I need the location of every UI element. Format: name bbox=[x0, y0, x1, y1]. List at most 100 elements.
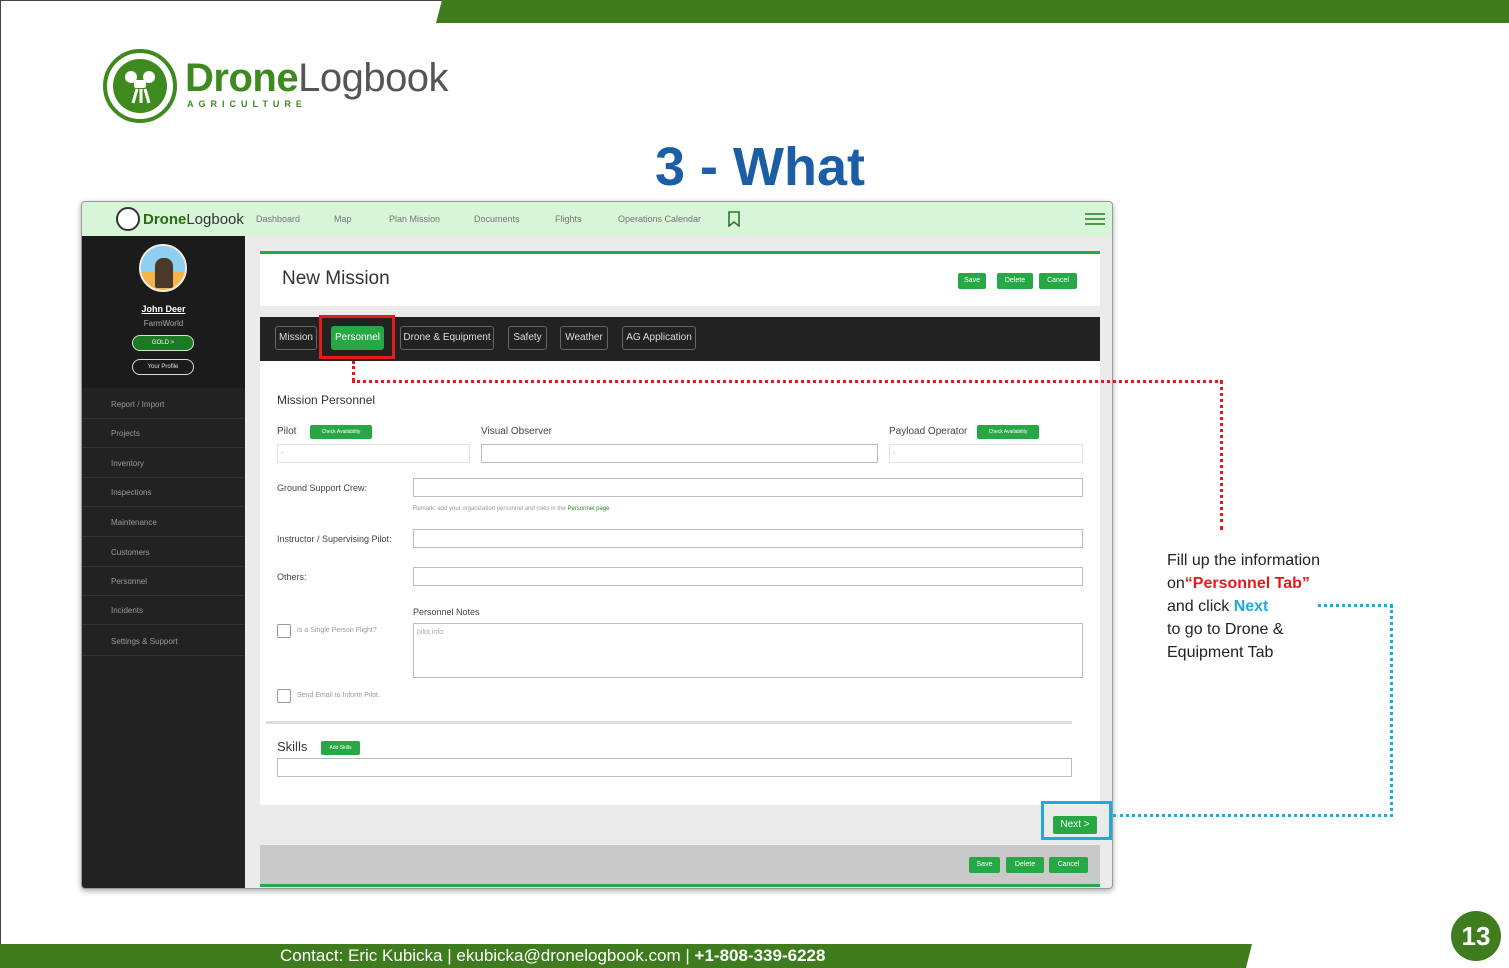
footer-email[interactable]: ekubicka@dronelogbook.com bbox=[456, 946, 680, 965]
blue-connector-vertical bbox=[1390, 605, 1393, 817]
slide-title: 3 - What bbox=[655, 137, 865, 197]
visual-observer-field[interactable] bbox=[481, 444, 878, 463]
payload-operator-label: Payload Operator bbox=[889, 426, 968, 437]
divider bbox=[266, 721, 1072, 724]
send-email-checkbox[interactable] bbox=[277, 689, 291, 703]
sidebar-item-inventory[interactable]: Inventory bbox=[82, 449, 245, 478]
user-farm: FarmWorld bbox=[143, 319, 184, 328]
bookmark-icon[interactable] bbox=[728, 211, 740, 227]
tab-drone-equipment[interactable]: Drone & Equipment bbox=[400, 326, 494, 350]
red-connector-down bbox=[352, 361, 355, 381]
remark-text: Remark: add your organization personnel … bbox=[413, 506, 609, 512]
personnel-notes-textarea[interactable]: pilot info bbox=[413, 623, 1083, 678]
personnel-tab-highlight bbox=[319, 315, 395, 359]
tab-safety[interactable]: Safety bbox=[508, 326, 547, 350]
nav-flights[interactable]: Flights bbox=[555, 214, 582, 224]
nav-plan-mission[interactable]: Plan Mission bbox=[389, 214, 440, 224]
visual-observer-label: Visual Observer bbox=[481, 426, 552, 437]
your-profile-button[interactable]: Your Profile bbox=[132, 359, 194, 375]
send-email-label: Send Email to Inform Pilot. bbox=[297, 692, 380, 699]
note-personnel-tab: “Personnel Tab” bbox=[1184, 575, 1310, 592]
app-logo-light: Logbook bbox=[186, 210, 244, 228]
bottom-action-bar: Save Delete Cancel bbox=[260, 845, 1100, 887]
sidebar-item-maintenance[interactable]: Maintenance bbox=[82, 508, 245, 537]
delete-button[interactable]: Delete bbox=[997, 273, 1033, 289]
next-button-highlight bbox=[1041, 801, 1112, 840]
slide-left-border bbox=[0, 0, 1, 968]
hamburger-menu-icon[interactable] bbox=[1085, 213, 1105, 225]
sidebar-item-personnel[interactable]: Personnel bbox=[82, 567, 245, 596]
nav-dashboard[interactable]: Dashboard bbox=[256, 214, 300, 224]
note-line-4: to go to Drone & bbox=[1167, 621, 1284, 638]
gold-plan-button[interactable]: GOLD > bbox=[132, 335, 194, 351]
footer-contact: Contact: Eric Kubicka | ekubicka@dronelo… bbox=[280, 946, 825, 966]
add-skills-button[interactable]: Add Skills bbox=[321, 741, 360, 755]
red-connector-vertical bbox=[1220, 380, 1223, 530]
payload-operator-select[interactable]: - bbox=[889, 444, 1083, 463]
user-panel: John Deer FarmWorld GOLD > Your Profile bbox=[82, 236, 245, 388]
red-connector-horizontal bbox=[352, 380, 1223, 383]
nav-map[interactable]: Map bbox=[334, 214, 352, 224]
sidebar-item-report-import[interactable]: Report / Import bbox=[82, 390, 245, 419]
mission-header-card: New Mission Save Delete Cancel bbox=[260, 251, 1100, 306]
app-logo-bold: Drone bbox=[143, 210, 187, 228]
logo-subtitle: AGRICULTURE bbox=[187, 99, 307, 109]
user-name[interactable]: John Deer bbox=[82, 304, 245, 314]
tab-ag-application[interactable]: AG Application bbox=[622, 326, 696, 350]
instruction-note: Fill up the information on“Personnel Tab… bbox=[1167, 549, 1367, 664]
nav-documents[interactable]: Documents bbox=[474, 214, 520, 224]
footer-phone: +1-808-339-6228 bbox=[694, 946, 826, 965]
top-accent-bar bbox=[436, 0, 1509, 23]
single-person-flight-checkbox[interactable] bbox=[277, 624, 291, 638]
others-label: Others: bbox=[277, 572, 307, 582]
notes-placeholder: pilot info bbox=[417, 629, 444, 636]
tab-mission[interactable]: Mission bbox=[275, 326, 317, 350]
note-line-1: Fill up the information bbox=[1167, 552, 1320, 569]
single-person-flight-label: Is a Single Person Flight? bbox=[297, 627, 377, 634]
pilot-value: - bbox=[281, 450, 284, 457]
note-line-5: Equipment Tab bbox=[1167, 644, 1274, 661]
sidebar-item-settings-support[interactable]: Settings & Support bbox=[82, 627, 245, 656]
page-number: 13 bbox=[1451, 911, 1501, 961]
instructor-field[interactable] bbox=[413, 529, 1083, 548]
bottom-save-button[interactable]: Save bbox=[969, 857, 1000, 873]
footer-contact-name: Contact: Eric Kubicka bbox=[280, 946, 443, 965]
note-line-2: on“Personnel Tab” bbox=[1167, 572, 1367, 595]
sidebar-item-incidents[interactable]: Incidents bbox=[82, 596, 245, 625]
app-window: DroneLogbook Dashboard Map Plan Mission … bbox=[81, 201, 1113, 889]
sidebar-item-inspections[interactable]: Inspections bbox=[82, 478, 245, 507]
tab-weather[interactable]: Weather bbox=[560, 326, 608, 350]
personnel-notes-label: Personnel Notes bbox=[413, 607, 480, 617]
pilot-select[interactable]: - bbox=[277, 444, 470, 463]
note-on: on bbox=[1167, 575, 1185, 592]
app-logo-icon bbox=[116, 207, 140, 231]
page-title: New Mission bbox=[282, 268, 390, 289]
logo-brand-bold: Drone bbox=[185, 56, 299, 100]
drone-logo-icon bbox=[103, 49, 177, 123]
app-logo[interactable]: DroneLogbook bbox=[116, 207, 244, 231]
bottom-delete-button[interactable]: Delete bbox=[1006, 857, 1044, 873]
others-field[interactable] bbox=[413, 567, 1083, 586]
logo-brand-light: Logbook bbox=[298, 56, 449, 100]
avatar[interactable] bbox=[139, 244, 187, 292]
ground-crew-label: Ground Support Crew: bbox=[277, 483, 368, 493]
pilot-check-availability-button[interactable]: Check Availability bbox=[310, 425, 372, 439]
sidebar-item-customers[interactable]: Customers bbox=[82, 538, 245, 567]
nav-operations-calendar[interactable]: Operations Calendar bbox=[618, 214, 701, 224]
payload-value: - bbox=[893, 450, 896, 457]
note-and-click: and click bbox=[1167, 598, 1230, 615]
cancel-button[interactable]: Cancel bbox=[1039, 273, 1077, 289]
note-line-3: and click Next bbox=[1167, 595, 1367, 618]
payload-check-availability-button[interactable]: Check Availability bbox=[977, 425, 1039, 439]
bottom-cancel-button[interactable]: Cancel bbox=[1049, 857, 1088, 873]
pilot-label: Pilot bbox=[277, 426, 297, 437]
save-button[interactable]: Save bbox=[958, 273, 986, 289]
blue-connector-horizontal bbox=[1113, 814, 1393, 817]
sidebar-item-projects[interactable]: Projects bbox=[82, 419, 245, 448]
skills-title: Skills bbox=[277, 739, 308, 754]
footer-sep-1: | bbox=[447, 946, 452, 965]
personnel-page-link[interactable]: Personnel page bbox=[567, 506, 609, 512]
skills-field[interactable] bbox=[277, 758, 1072, 777]
footer-sep-2: | bbox=[685, 946, 690, 965]
ground-crew-field[interactable] bbox=[413, 478, 1083, 497]
